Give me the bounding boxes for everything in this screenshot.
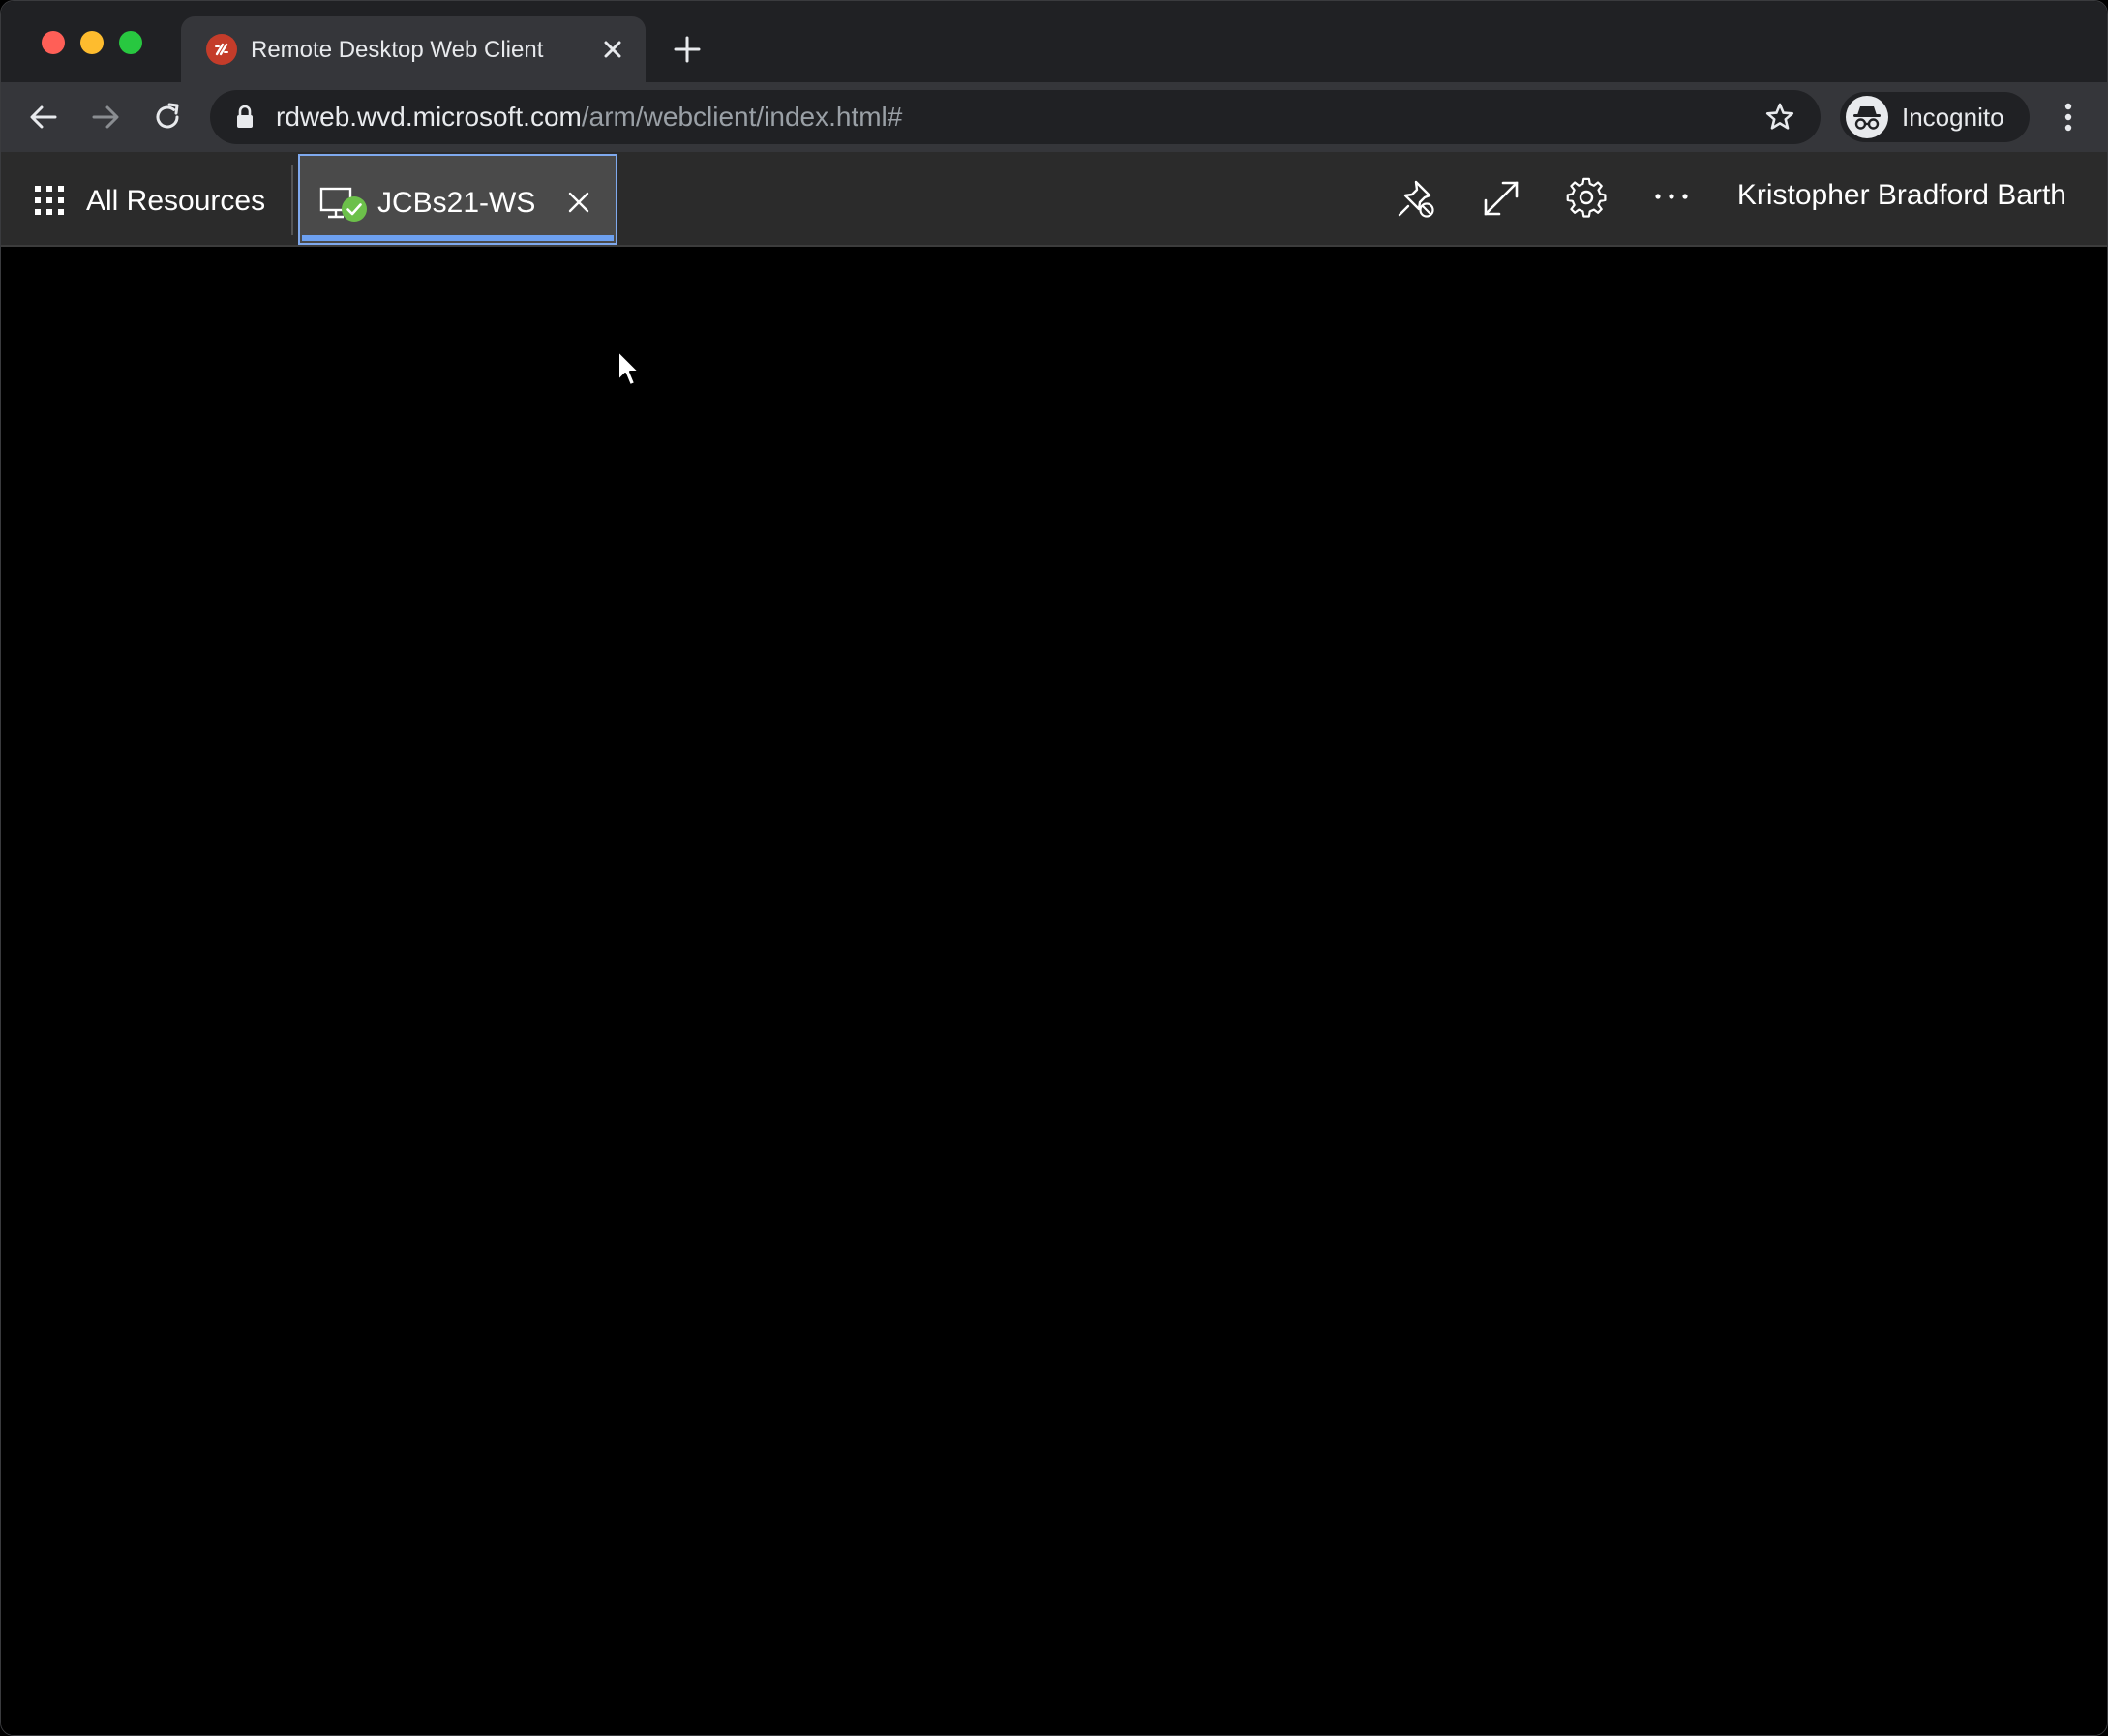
remote-desktop-favicon-icon	[206, 34, 237, 65]
incognito-profile-button[interactable]: Incognito	[1840, 92, 2030, 142]
url-host: rdweb.wvd.microsoft.com	[276, 102, 582, 132]
browser-tab-strip: Remote Desktop Web Client	[1, 1, 2107, 82]
browser-menu-kebab-icon[interactable]	[2051, 100, 2086, 135]
active-tab-indicator	[302, 235, 614, 241]
browser-tab-remote-desktop[interactable]: Remote Desktop Web Client	[181, 16, 646, 82]
new-tab-plus-icon[interactable]	[673, 35, 702, 64]
unpin-icon[interactable]	[1395, 177, 1437, 220]
mouse-pointer-icon	[617, 349, 642, 388]
browser-toolbar: rdweb.wvd.microsoft.com/arm/webclient/in…	[1, 82, 2107, 152]
address-bar[interactable]: rdweb.wvd.microsoft.com/arm/webclient/in…	[210, 90, 1821, 144]
close-tab-icon[interactable]	[599, 36, 626, 63]
reload-icon[interactable]	[150, 100, 185, 135]
remote-session-canvas[interactable]	[1, 247, 2107, 1735]
all-resources-link[interactable]: All Resources	[86, 184, 265, 219]
back-arrow-icon[interactable]	[26, 100, 61, 135]
app-launcher-grid-icon[interactable]	[34, 185, 65, 216]
close-window-button[interactable]	[42, 31, 65, 54]
browser-window: Remote Desktop Web Client rdweb.wvd.micr…	[0, 0, 2108, 1736]
url-text[interactable]: rdweb.wvd.microsoft.com/arm/webclient/in…	[276, 102, 902, 133]
incognito-icon	[1846, 96, 1888, 138]
lock-icon[interactable]	[233, 104, 256, 131]
session-tab-label: JCBs21-WS	[377, 187, 536, 219]
desktop-connected-icon	[319, 187, 372, 227]
url-path: /arm/webclient/index.html#	[581, 102, 903, 132]
close-session-icon[interactable]	[565, 189, 592, 216]
zoom-window-button[interactable]	[119, 31, 142, 54]
browser-tab-title: Remote Desktop Web Client	[251, 37, 544, 63]
fullscreen-expand-icon[interactable]	[1480, 177, 1522, 220]
header-divider	[291, 165, 293, 235]
bookmark-star-icon[interactable]	[1764, 102, 1795, 133]
rd-client-header: All Resources JCBs21-WS Kristopher Bradf…	[1, 152, 2107, 247]
signed-in-user-name[interactable]: Kristopher Bradford Barth	[1737, 178, 2066, 213]
session-tab-jcbs21-ws[interactable]: JCBs21-WS	[298, 154, 617, 245]
more-options-ellipsis-icon[interactable]	[1650, 177, 1693, 220]
settings-gear-icon[interactable]	[1565, 177, 1608, 220]
forward-arrow-icon[interactable]	[88, 100, 123, 135]
incognito-label: Incognito	[1902, 103, 2004, 132]
minimize-window-button[interactable]	[80, 31, 104, 54]
